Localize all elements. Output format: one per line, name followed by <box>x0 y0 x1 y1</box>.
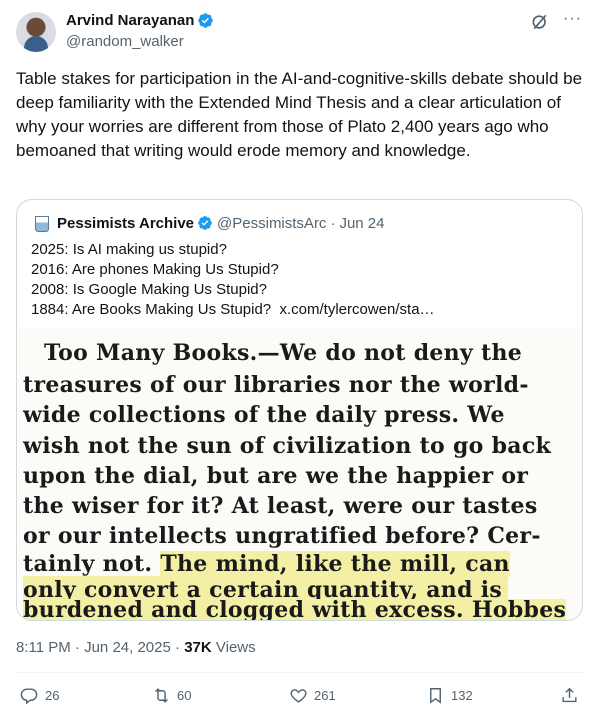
heart-icon <box>290 689 307 703</box>
tweet-date[interactable]: Jun 24, 2025 <box>84 639 171 656</box>
tweet-header: Arvind Narayanan @random_walker ··· <box>16 10 584 54</box>
clipping-highlight: The mind, like the mill, can <box>160 551 510 577</box>
quoted-tweet[interactable]: Pessimists Archive @PessimistsArc · Jun … <box>16 199 583 621</box>
quoted-line-with-link: 1884: Are Books Making Us Stupid? x.com/… <box>31 300 435 320</box>
like-button[interactable]: 261 <box>289 686 336 705</box>
tweet-meta: 8:11 PM · Jun 24, 2025 · 37K Views <box>16 639 256 656</box>
quoted-separator: · <box>330 214 336 232</box>
repost-count: 60 <box>177 688 192 703</box>
author-name[interactable]: Arvind Narayanan <box>66 12 194 29</box>
more-options-icon[interactable]: ··· <box>563 10 582 28</box>
clipping-line: the wiser for it? At least, were our tas… <box>23 493 538 519</box>
quoted-tweet-header: Pessimists Archive @PessimistsArc · Jun … <box>31 213 384 233</box>
newspaper-clipping-image[interactable]: Too Many Books.—We do not deny the treas… <box>18 329 582 621</box>
divider <box>16 672 584 673</box>
quoted-text: 2025: Is AI making us stupid? 2016: Are … <box>31 240 435 320</box>
views-label: Views <box>215 639 256 656</box>
clipping-line: upon the dial, but are we the happier or <box>23 463 529 489</box>
repost-icon <box>155 688 168 703</box>
grok-icon[interactable] <box>530 12 550 32</box>
tweet-text: Table stakes for participation in the AI… <box>16 69 583 160</box>
quoted-line: 2025: Is AI making us stupid? <box>31 241 227 258</box>
quoted-author-handle: @PessimistsArc <box>217 214 327 232</box>
meta-dot: · <box>74 639 80 656</box>
clipping-line-split: tainly not. The mind, like the mill, can <box>23 550 510 578</box>
quoted-link[interactable]: x.com/tylercowen/sta… <box>279 301 434 318</box>
author-handle[interactable]: @random_walker <box>66 33 184 50</box>
quoted-line: 2008: Is Google Making Us Stupid? <box>31 281 267 298</box>
verified-badge-icon <box>198 13 214 28</box>
views-count: 37K <box>184 639 212 656</box>
bookmark-icon <box>430 688 441 704</box>
repost-button[interactable]: 60 <box>152 686 191 705</box>
reply-button[interactable]: 26 <box>20 686 59 705</box>
quoted-author-avatar <box>31 213 51 233</box>
quoted-author-name: Pessimists Archive <box>57 214 195 232</box>
author-avatar[interactable] <box>16 12 56 52</box>
author-name-row: Arvind Narayanan <box>66 12 214 29</box>
clipping-line: wide collections of the daily press. We <box>23 402 505 428</box>
bookmark-count: 132 <box>451 688 473 703</box>
bookmark-button[interactable]: 132 <box>426 686 473 705</box>
clipping-line: treasures of our libraries nor the world… <box>23 372 529 398</box>
reply-count: 26 <box>45 688 60 703</box>
verified-badge-icon <box>198 216 212 230</box>
action-bar: 26 60 261 132 <box>16 686 584 714</box>
share-button[interactable] <box>560 686 585 705</box>
share-icon <box>562 687 577 703</box>
tweet-time[interactable]: 8:11 PM <box>16 639 71 656</box>
quoted-line: 2016: Are phones Making Us Stupid? <box>31 261 279 278</box>
quoted-line: 1884: Are Books Making Us Stupid? <box>31 301 272 318</box>
clipping-line: tainly not. <box>23 551 153 577</box>
clipping-line: wish not the sun of civilization to go b… <box>23 433 552 459</box>
quoted-date: Jun 24 <box>339 214 385 232</box>
clipping-line: or our intellects ungratified before? Ce… <box>23 523 541 549</box>
like-count: 261 <box>314 688 336 703</box>
clipping-line: Too Many Books.—We do not deny the <box>44 340 523 366</box>
meta-dot: · <box>175 639 181 656</box>
reply-icon <box>20 688 38 705</box>
clipping-highlight: burdened and clogged with excess. Hobbes <box>23 597 567 621</box>
